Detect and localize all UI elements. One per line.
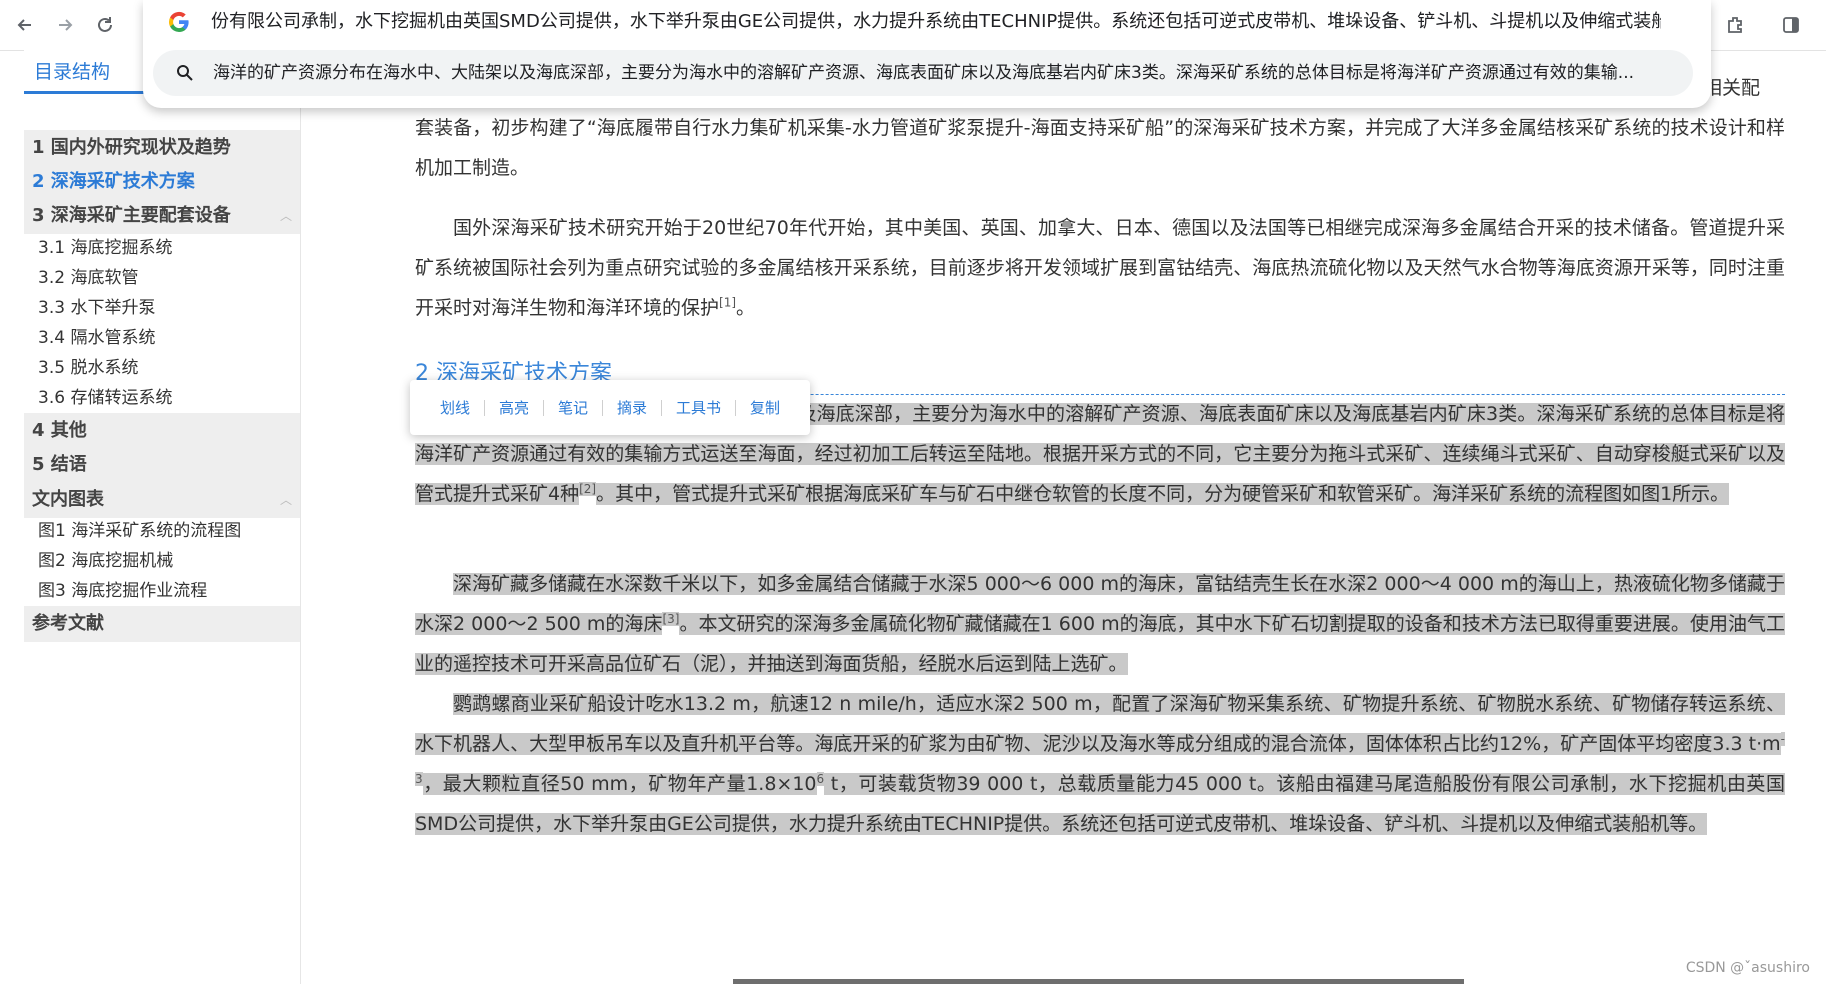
paragraph-4-text-mid: ，最大颗粒直径50 mm，矿物年产量1.8×10 (422, 773, 817, 795)
underline-button[interactable]: 划线 (426, 397, 484, 418)
article-content: X相关配 套装备，初步构建了“海底履带自行水力集矿机采集-水力管道矿浆泵提升-海… (300, 50, 1826, 984)
paragraph-4-text: 鹦鹉螺商业采矿船设计吃水13.2 m，航速12 n mile/h，适应水深2 5… (415, 693, 1785, 755)
toc-section-4[interactable]: 4 其他 (24, 413, 300, 449)
paragraph-0: 套装备，初步构建了“海底履带自行水力集矿机采集-水力管道矿浆泵提升-海面支持采矿… (415, 117, 1785, 179)
collapse-icon[interactable]: ︿ (280, 198, 292, 234)
selection-toolbar: 划线 高亮 笔记 摘录 工具书 复制 (410, 380, 810, 435)
toc-section-3[interactable]: 3 深海采矿主要配套设备 ︿ (24, 198, 300, 234)
google-icon (168, 11, 189, 33)
reload-icon[interactable] (88, 8, 122, 42)
paragraph-2-text-end: 。其中，管式提升式采矿根据海底采矿车与矿石中继仓软管的长度不同，分为硬管采矿和软… (596, 483, 1730, 505)
forward-icon[interactable] (48, 8, 82, 42)
watermark: CSDN @ˇasushiro (1685, 960, 1810, 976)
collapse-icon[interactable]: ︿ (280, 482, 292, 518)
highlight-button[interactable]: 高亮 (485, 397, 543, 418)
toc-section-3-label: 3 深海采矿主要配套设备 (32, 205, 231, 226)
citation-1[interactable]: [1] (719, 296, 736, 310)
extensions-icon[interactable] (1718, 8, 1752, 42)
toc-section-2[interactable]: 2 深海采矿技术方案 (24, 164, 300, 200)
address-value: 份有限公司承制，水下挖掘机由英国SMD公司提供，水下举升泵由GE公司提供，水力提… (211, 11, 1661, 32)
side-panel-icon[interactable] (1774, 8, 1808, 42)
paragraph-1: 国外深海采矿技术研究开始于20世纪70年代开始，其中美国、英国、加拿大、日本、德… (415, 208, 1785, 328)
back-icon[interactable] (8, 8, 42, 42)
citation-2[interactable]: [2] (579, 481, 597, 496)
toc-item-3-2[interactable]: 3.2 海底软管 (24, 261, 300, 295)
address-bar[interactable]: 份有限公司承制，水下挖掘机由英国SMD公司提供，水下举升泵由GE公司提供，水力提… (143, 0, 1711, 44)
toc-title[interactable]: 目录结构 (24, 50, 144, 94)
toc-sidebar: 目录结构 1 国内外研究现状及趋势 2 深海采矿技术方案 3 深海采矿主要配套设… (24, 50, 301, 984)
toc-item-3-3[interactable]: 3.3 水下举升泵 (24, 291, 300, 325)
toc-figure-3[interactable]: 图3 海底挖掘作业流程 (24, 574, 300, 608)
toc-section-1[interactable]: 1 国内外研究现状及趋势 (24, 130, 300, 166)
citation-3[interactable]: [3] (662, 611, 680, 626)
toc-section-references[interactable]: 参考文献 (24, 606, 300, 642)
copy-button[interactable]: 复制 (736, 397, 794, 418)
paragraph-4: 鹦鹉螺商业采矿船设计吃水13.2 m，航速12 n mile/h，适应水深2 5… (415, 684, 1786, 844)
omnibox-suggestion[interactable]: 海洋的矿产资源分布在海水中、大陆架以及海底深部，主要分为海水中的溶解矿产资源、海… (153, 50, 1693, 96)
search-icon (177, 65, 193, 81)
paragraph-1-text: 国外深海采矿技术研究开始于20世纪70年代开始，其中美国、英国、加拿大、日本、德… (415, 217, 1785, 319)
toc-figure-1[interactable]: 图1 海洋采矿系统的流程图 (24, 514, 300, 548)
toc-figure-2[interactable]: 图2 海底挖掘机械 (24, 544, 300, 578)
suggestion-text: 海洋的矿产资源分布在海水中、大陆架以及海底深部，主要分为海水中的溶解矿产资源、海… (213, 63, 1635, 83)
omnibox-dropdown: 份有限公司承制，水下挖掘机由英国SMD公司提供，水下举升泵由GE公司提供，水力提… (143, 0, 1711, 108)
figure-1-image (733, 979, 1464, 984)
paragraph-1-end: 。 (736, 297, 756, 319)
toc-section-figures-label: 文内图表 (32, 489, 104, 510)
note-button[interactable]: 笔记 (544, 397, 602, 418)
toc-item-3-5[interactable]: 3.5 脱水系统 (24, 351, 300, 385)
paragraph-3: 深海矿藏多储藏在水深数千米以下，如多金属结合储藏于水深5 000～6 000 m… (415, 564, 1785, 684)
toc-item-3-4[interactable]: 3.4 隔水管系统 (24, 321, 300, 355)
excerpt-button[interactable]: 摘录 (603, 397, 661, 418)
toc-section-5[interactable]: 5 结语 (24, 447, 300, 483)
address-text[interactable]: 份有限公司承制，水下挖掘机由英国SMD公司提供，水下举升泵由GE公司提供，水力提… (211, 0, 1661, 44)
toc-item-3-6[interactable]: 3.6 存储转运系统 (24, 381, 300, 415)
toc-section-figures[interactable]: 文内图表 ︿ (24, 482, 300, 518)
reference-book-button[interactable]: 工具书 (662, 397, 735, 418)
toc-item-3-1[interactable]: 3.1 海底挖掘系统 (24, 231, 300, 265)
